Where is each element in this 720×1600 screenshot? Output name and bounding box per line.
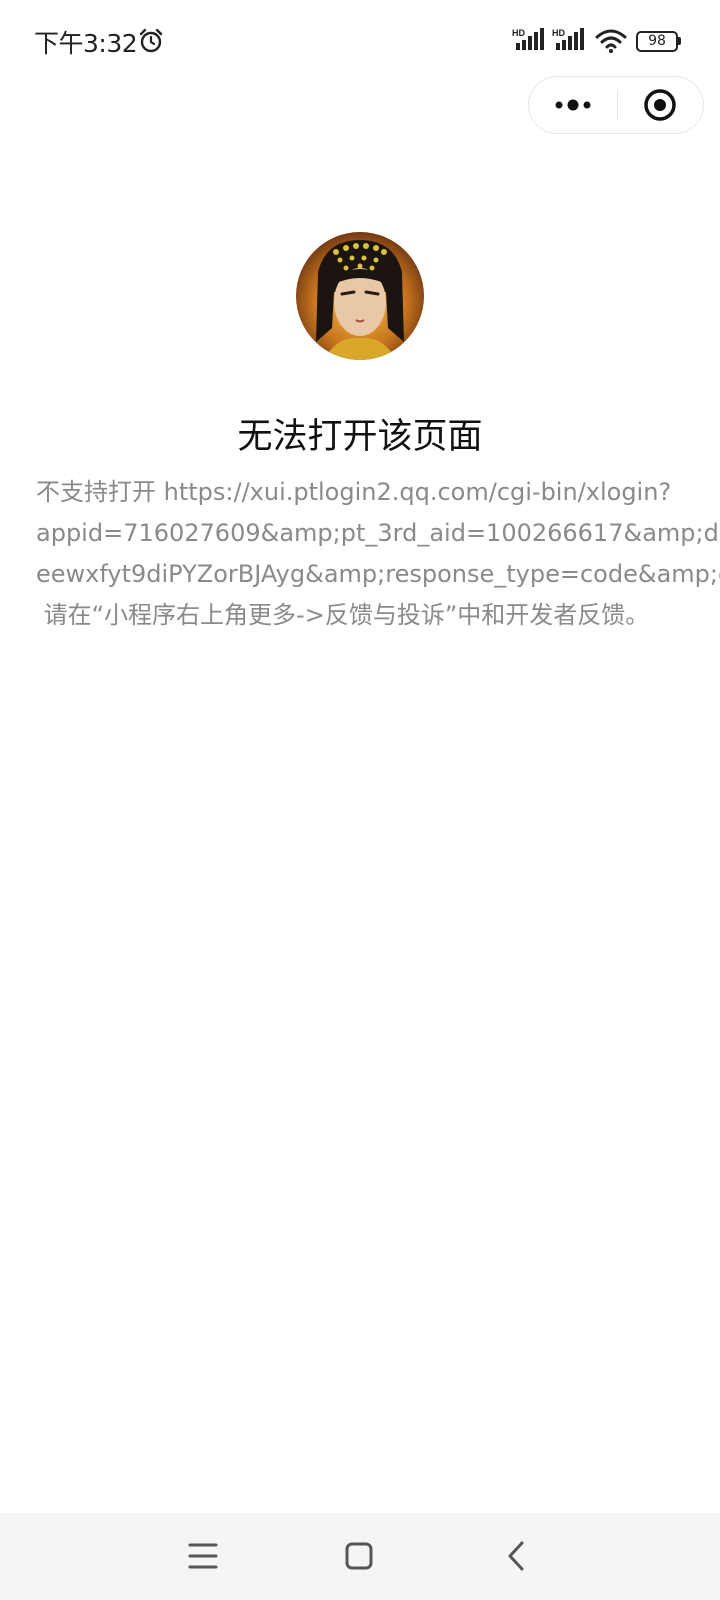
alarm-clock-icon xyxy=(139,28,163,53)
battery-level: 98 xyxy=(648,33,666,49)
home-square-icon[interactable] xyxy=(334,1531,384,1581)
cellular-signal-icon: HD xyxy=(552,28,584,50)
system-nav-bar xyxy=(0,1513,720,1600)
error-message-line: 请在“小程序右上角更多->反馈与投诉”中和开发者反馈。 xyxy=(36,601,650,629)
error-message-line: appid=716027609&amp;pt_3rd_aid=100266617… xyxy=(36,519,720,547)
error-message: 不支持打开 https://xui.ptlogin2.qq.com/cgi-bi… xyxy=(36,472,720,632)
more-dots-icon[interactable] xyxy=(529,77,617,133)
back-chevron-icon[interactable] xyxy=(492,1531,542,1581)
error-message-line: eewxfyt9diPYZorBJAyg&amp;response_type=c… xyxy=(36,560,720,588)
battery-cap xyxy=(678,37,681,45)
status-bar: 下午3:32 HD HD 98 xyxy=(0,0,720,80)
signal-hd-label: HD xyxy=(552,28,565,38)
battery-indicator: 98 xyxy=(636,31,681,52)
status-time: 下午3:32 xyxy=(34,29,138,58)
cellular-signal-icon: HD xyxy=(512,28,544,50)
wifi-icon xyxy=(595,29,627,53)
avatar xyxy=(296,232,424,360)
error-message-line: 不支持打开 https://xui.ptlogin2.qq.com/cgi-bi… xyxy=(36,478,672,506)
menu-icon[interactable] xyxy=(178,1531,228,1581)
miniprogram-capsule xyxy=(528,76,704,134)
page-title: 无法打开该页面 xyxy=(237,417,483,457)
target-close-icon[interactable] xyxy=(618,77,704,133)
signal-hd-label: HD xyxy=(512,28,525,38)
